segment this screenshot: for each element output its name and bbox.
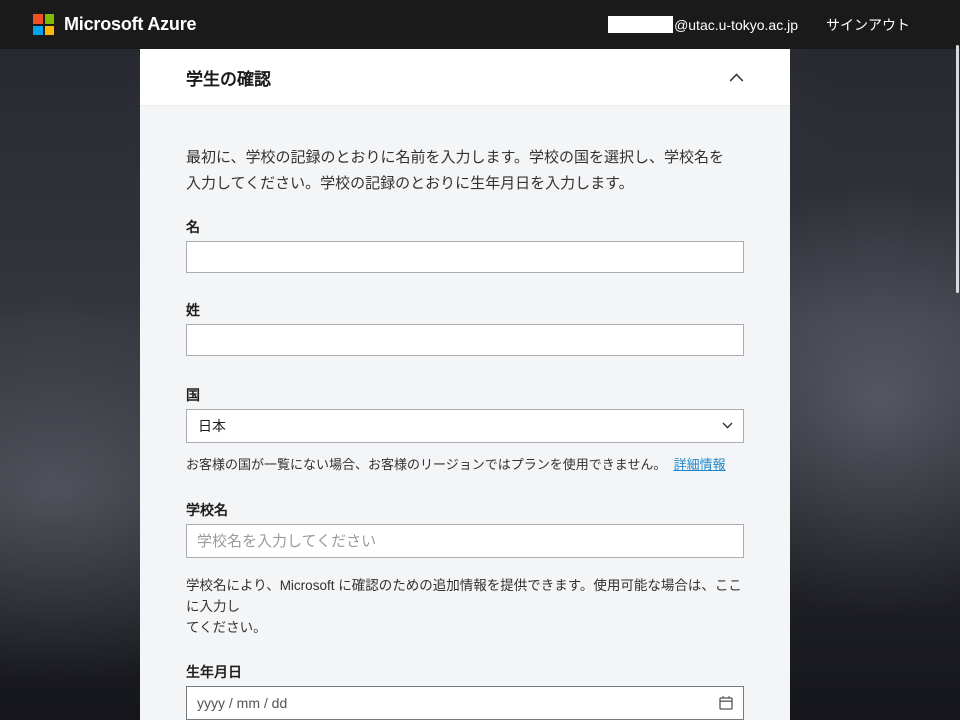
azure-brand[interactable]: Microsoft Azure [33,14,196,35]
birthdate-input-wrap [186,686,744,720]
birthdate-label: 生年月日 [186,664,744,680]
email-redaction [608,16,673,33]
topbar-right: @utac.u-tokyo.ac.jp サインアウト [608,15,910,35]
brand-title: Microsoft Azure [64,14,196,35]
country-label: 国 [186,387,744,403]
last-name-input[interactable] [186,324,744,356]
microsoft-logo-icon [33,14,54,35]
last-name-label: 姓 [186,302,744,318]
student-verification-card: 学生の確認 最初に、学校の記録のとおりに名前を入力します。学校の国を選択し、学校… [140,49,790,720]
intro-text: 最初に、学校の記録のとおりに名前を入力します。学校の国を選択し、学校名を 入力し… [186,145,744,197]
email-domain: @utac.u-tokyo.ac.jp [674,17,798,33]
birthdate-field: 生年月日 [186,664,744,720]
first-name-field: 名 [186,219,744,273]
first-name-input[interactable] [186,241,744,273]
collapse-section-button[interactable] [725,69,748,86]
country-select[interactable]: 日本 [186,409,744,443]
last-name-field: 姓 [186,302,744,356]
school-name-label: 学校名 [186,502,744,518]
first-name-label: 名 [186,219,744,235]
country-field: 国 日本 お客様の国が一覧にない場合、お客様のリージョンではプランを使用できませ… [186,387,744,473]
country-select-wrap: 日本 [186,409,744,443]
chevron-up-icon [729,73,744,82]
country-helper-text: お客様の国が一覧にない場合、お客様のリージョンではプランを使用できません。 [186,457,666,472]
top-bar: Microsoft Azure @utac.u-tokyo.ac.jp サインア… [0,0,960,49]
scrollbar-thumb[interactable] [956,45,959,293]
account-email[interactable]: @utac.u-tokyo.ac.jp [608,16,798,33]
school-name-input[interactable] [186,524,744,558]
school-helper-text: 学校名により、Microsoft に確認のための追加情報を提供できます。使用可能… [186,575,744,638]
card-header: 学生の確認 [140,49,790,106]
country-helper: お客様の国が一覧にない場合、お客様のリージョンではプランを使用できません。 詳細… [186,457,744,473]
learn-more-link[interactable]: 詳細情報 [674,457,726,472]
page-title: 学生の確認 [186,65,271,90]
school-name-field: 学校名 学校名により、Microsoft に確認のための追加情報を提供できます。… [186,502,744,638]
signout-button[interactable]: サインアウト [826,15,910,35]
card-body: 最初に、学校の記録のとおりに名前を入力します。学校の国を選択し、学校名を 入力し… [140,106,790,720]
birthdate-input[interactable] [186,686,744,720]
